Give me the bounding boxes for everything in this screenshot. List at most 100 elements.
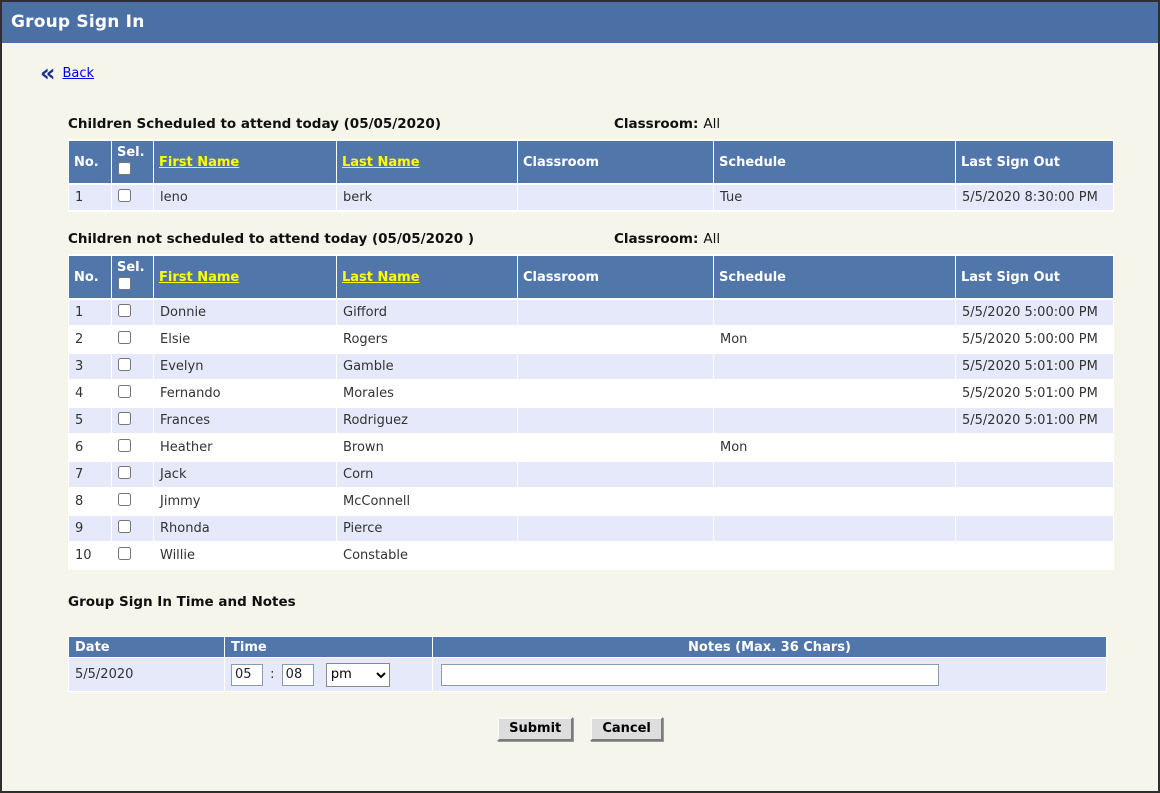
cell-first-name: Willie — [154, 543, 336, 568]
table-row: 4 Fernando Morales 5/5/2020 5:01:00 PM — [69, 381, 1113, 406]
cell-last-name: Rogers — [337, 327, 517, 352]
cell-last-sign-out: 5/5/2020 5:00:00 PM — [956, 327, 1113, 352]
column-header-time: Time — [225, 637, 432, 657]
cell-last-sign-out — [956, 462, 1113, 487]
cell-classroom — [518, 462, 713, 487]
cell-last-sign-out — [956, 489, 1113, 514]
cell-classroom — [518, 408, 713, 433]
back-link-label: Back — [63, 66, 95, 81]
cell-last-name: Morales — [337, 381, 517, 406]
column-header-classroom: Classroom — [518, 256, 713, 298]
row-select-checkbox[interactable] — [118, 466, 131, 479]
cell-last-sign-out: 5/5/2020 5:00:00 PM — [956, 300, 1113, 325]
column-header-no: No. — [69, 141, 111, 183]
cell-select — [112, 516, 153, 541]
minute-input[interactable] — [282, 664, 314, 686]
cell-classroom — [518, 435, 713, 460]
cell-select — [112, 354, 153, 379]
cell-last-name: Corn — [337, 462, 517, 487]
row-select-checkbox[interactable] — [118, 547, 131, 560]
table-row: 1 Donnie Gifford 5/5/2020 5:00:00 PM — [69, 300, 1113, 325]
cell-select — [112, 435, 153, 460]
row-select-checkbox[interactable] — [118, 304, 131, 317]
cell-first-name: Donnie — [154, 300, 336, 325]
cell-last-name: Gamble — [337, 354, 517, 379]
cell-no: 3 — [69, 354, 111, 379]
row-select-checkbox[interactable] — [118, 520, 131, 533]
sort-first-name-link[interactable]: First Name — [159, 270, 239, 285]
notes-cell — [433, 658, 1106, 691]
row-select-checkbox[interactable] — [118, 439, 131, 452]
table-row: 5 Frances Rodriguez 5/5/2020 5:01:00 PM — [69, 408, 1113, 433]
classroom-label: Classroom: — [614, 231, 698, 247]
column-header-first-name: First Name — [154, 141, 336, 183]
cell-no: 7 — [69, 462, 111, 487]
row-select-checkbox[interactable] — [118, 493, 131, 506]
row-select-checkbox[interactable] — [118, 385, 131, 398]
cell-last-sign-out — [956, 543, 1113, 568]
cell-select — [112, 462, 153, 487]
not-scheduled-section-title: Children not scheduled to attend today (… — [68, 231, 474, 247]
cell-schedule — [714, 381, 955, 406]
cell-select — [112, 489, 153, 514]
cell-select — [112, 185, 153, 210]
sign-in-time-row: 5/5/2020 : pm — [69, 658, 1106, 691]
cancel-button[interactable]: Cancel — [590, 717, 663, 741]
column-header-last-name: Last Name — [337, 141, 517, 183]
column-header-schedule: Schedule — [714, 141, 955, 183]
cell-classroom — [518, 185, 713, 210]
sort-last-name-link[interactable]: Last Name — [342, 155, 420, 170]
select-all-checkbox[interactable] — [118, 162, 131, 175]
scheduled-section-title: Children Scheduled to attend today (05/0… — [68, 116, 441, 132]
cell-first-name: Rhonda — [154, 516, 336, 541]
cell-no: 8 — [69, 489, 111, 514]
cell-select — [112, 543, 153, 568]
cell-classroom — [518, 543, 713, 568]
classroom-filter: Classroom:All — [614, 231, 720, 247]
submit-button[interactable]: Submit — [497, 717, 573, 741]
sort-last-name-link[interactable]: Last Name — [342, 270, 420, 285]
select-all-checkbox[interactable] — [118, 277, 131, 290]
cell-no: 1 — [69, 185, 111, 210]
hour-input[interactable] — [231, 664, 263, 686]
column-header-last-sign-out: Last Sign Out — [956, 256, 1113, 298]
column-header-schedule: Schedule — [714, 256, 955, 298]
column-header-no: No. — [69, 256, 111, 298]
row-select-checkbox[interactable] — [118, 412, 131, 425]
cell-no: 1 — [69, 300, 111, 325]
cell-no: 6 — [69, 435, 111, 460]
row-select-checkbox[interactable] — [118, 189, 131, 202]
cell-last-name: Gifford — [337, 300, 517, 325]
row-select-checkbox[interactable] — [118, 358, 131, 371]
column-header-last-sign-out: Last Sign Out — [956, 141, 1113, 183]
cell-no: 9 — [69, 516, 111, 541]
cell-classroom — [518, 381, 713, 406]
cell-last-sign-out: 5/5/2020 5:01:00 PM — [956, 408, 1113, 433]
cell-classroom — [518, 327, 713, 352]
cell-schedule: Mon — [714, 327, 955, 352]
cell-schedule — [714, 462, 955, 487]
cell-last-name: Constable — [337, 543, 517, 568]
notes-input[interactable] — [441, 664, 939, 686]
cell-last-name: Brown — [337, 435, 517, 460]
cell-last-name: berk — [337, 185, 517, 210]
scheduled-section-heading: Children Scheduled to attend today (05/0… — [68, 116, 1107, 132]
ampm-select[interactable]: pm — [326, 663, 390, 687]
cell-schedule — [714, 300, 955, 325]
sort-first-name-link[interactable]: First Name — [159, 155, 239, 170]
cell-last-sign-out: 5/5/2020 8:30:00 PM — [956, 185, 1113, 210]
cell-classroom — [518, 300, 713, 325]
cell-schedule — [714, 354, 955, 379]
cell-schedule: Mon — [714, 435, 955, 460]
cell-first-name: Fernando — [154, 381, 336, 406]
group-sign-in-page: Group Sign In « Back Children Scheduled … — [0, 0, 1160, 793]
cell-last-name: Pierce — [337, 516, 517, 541]
back-link[interactable]: « Back — [40, 64, 94, 82]
time-notes-section-heading: Group Sign In Time and Notes — [68, 594, 1107, 610]
time-notes-section-title: Group Sign In Time and Notes — [68, 594, 296, 610]
column-header-select: Sel. — [112, 141, 153, 183]
row-select-checkbox[interactable] — [118, 331, 131, 344]
cell-first-name: Elsie — [154, 327, 336, 352]
table-row: 2 Elsie Rogers Mon 5/5/2020 5:00:00 PM — [69, 327, 1113, 352]
cell-last-sign-out: 5/5/2020 5:01:00 PM — [956, 354, 1113, 379]
